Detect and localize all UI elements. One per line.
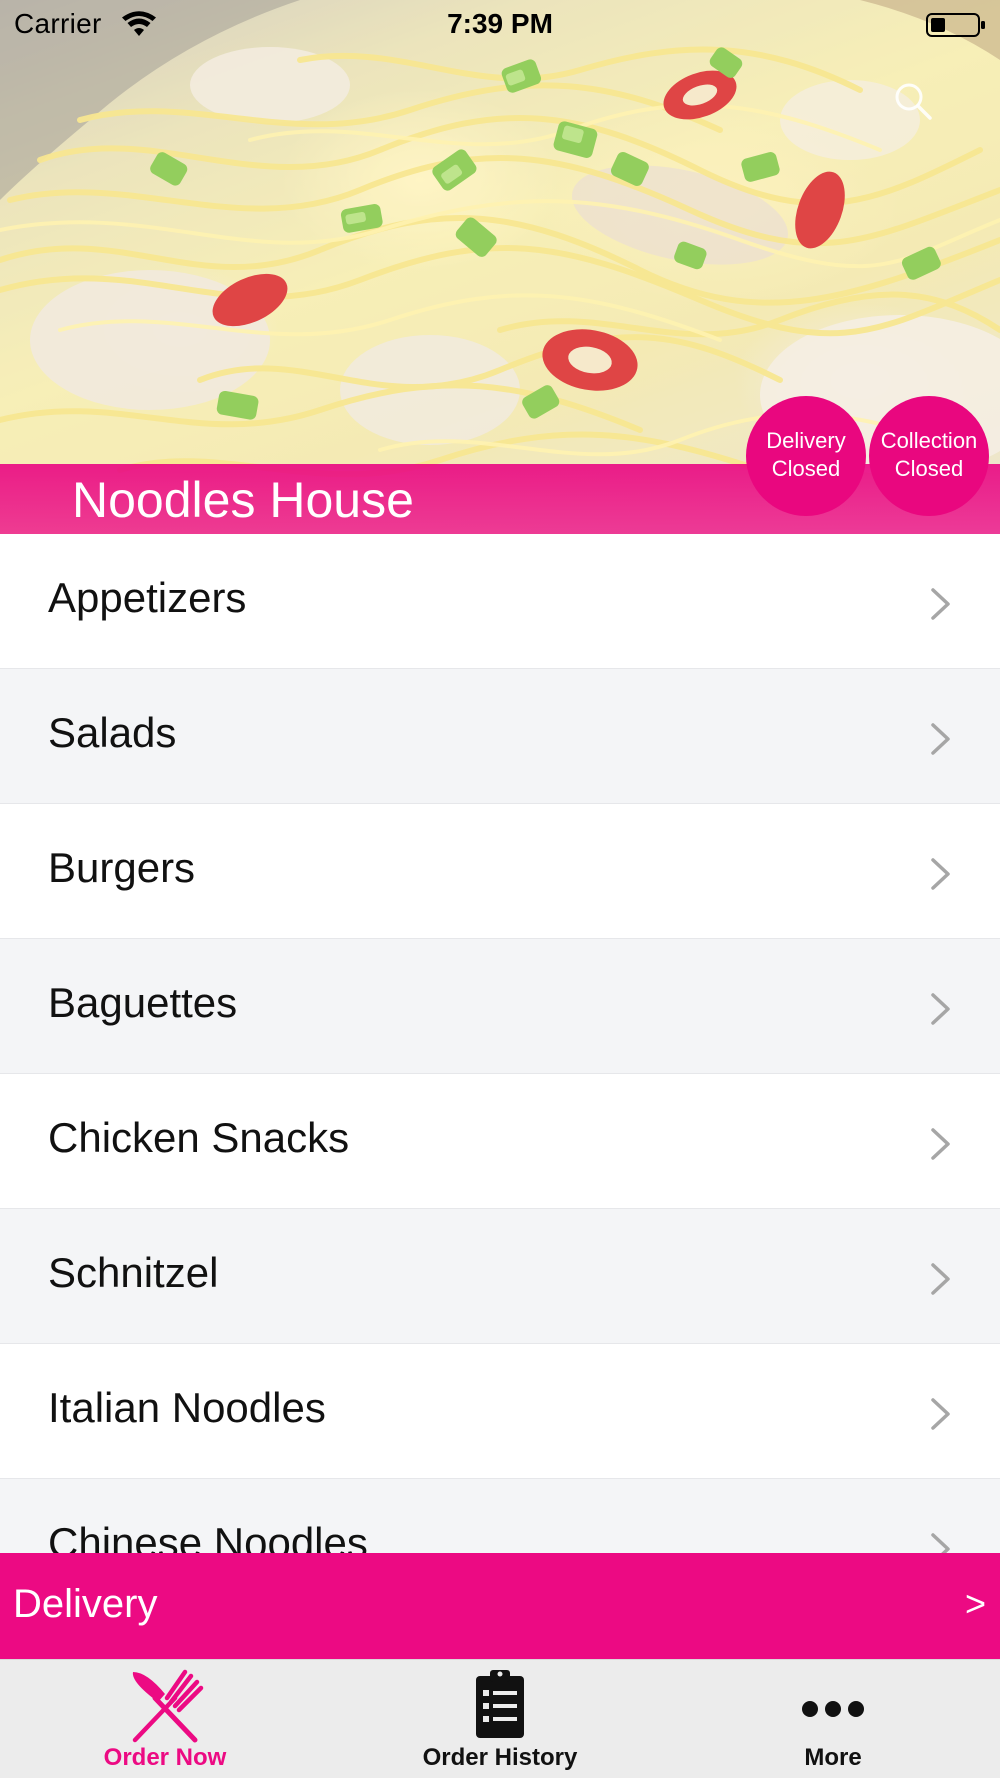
chevron-right-icon	[931, 1398, 950, 1430]
menu-item-chinese-noodles[interactable]: Chinese Noodles	[0, 1479, 1000, 1553]
hero-header: Carrier 7:39 PM Noodles House Delivery C…	[0, 0, 1000, 534]
menu-item-label: Appetizers	[48, 574, 247, 621]
clock-label: 7:39 PM	[447, 8, 553, 39]
menu-item-label: Italian Noodles	[48, 1384, 326, 1431]
delivery-badge-state: Closed	[771, 456, 841, 481]
more-dots-icon	[802, 1701, 864, 1717]
bottom-tab-bar: Order Now Order History More	[0, 1659, 1000, 1778]
menu-item-label: Chicken Snacks	[48, 1114, 350, 1161]
app-screen: Carrier 7:39 PM Noodles House Delivery C…	[0, 0, 1000, 1778]
chevron-right-icon	[931, 588, 950, 620]
menu-item-label: Schnitzel	[48, 1249, 219, 1296]
tab-label: Order History	[422, 1744, 578, 1771]
battery-icon	[926, 13, 985, 37]
chevron-right-icon	[931, 1263, 950, 1295]
menu-item-label: Burgers	[48, 844, 196, 891]
tab-order-history[interactable]: Order History	[375, 1660, 625, 1778]
collection-status-badge: Collection Closed	[869, 396, 989, 516]
menu-item-schnitzel[interactable]: Schnitzel	[0, 1209, 1000, 1344]
clipboard-list-icon	[476, 1670, 524, 1738]
order-mode-bar[interactable]: Delivery >	[0, 1553, 1000, 1659]
menu-category-list[interactable]: Appetizers Salads Burgers Baguettes Chic…	[0, 534, 1000, 1553]
tab-more[interactable]: More	[708, 1660, 958, 1778]
menu-item-label: Salads	[48, 709, 177, 756]
menu-item-label: Baguettes	[48, 979, 238, 1026]
menu-item-salads[interactable]: Salads	[0, 669, 1000, 804]
menu-item-burgers[interactable]: Burgers	[0, 804, 1000, 939]
menu-item-italian-noodles[interactable]: Italian Noodles	[0, 1344, 1000, 1479]
status-bar: Carrier 7:39 PM	[0, 0, 1000, 50]
chevron-right-icon	[931, 993, 950, 1025]
delivery-status-badge: Delivery Closed	[746, 396, 866, 516]
fork-knife-icon	[132, 1669, 204, 1743]
chevron-right-icon	[931, 858, 950, 890]
chevron-right-icon	[931, 723, 950, 755]
tab-order-now[interactable]: Order Now	[40, 1660, 290, 1778]
menu-item-label: Chinese Noodles	[48, 1519, 368, 1553]
restaurant-name: Noodles House	[72, 472, 414, 528]
order-mode-label: Delivery	[13, 1582, 158, 1626]
order-mode-arrow: >	[964, 1583, 986, 1624]
menu-item-appetizers[interactable]: Appetizers	[0, 534, 1000, 669]
tab-label: Order Now	[103, 1744, 227, 1771]
tab-label: More	[804, 1744, 862, 1771]
search-icon[interactable]	[890, 78, 936, 124]
chevron-right-icon	[931, 1533, 950, 1553]
menu-item-chicken-snacks[interactable]: Chicken Snacks	[0, 1074, 1000, 1209]
collection-badge-title: Collection	[880, 428, 978, 453]
delivery-badge-title: Delivery	[766, 428, 846, 453]
collection-badge-state: Closed	[894, 456, 964, 481]
chevron-right-icon	[931, 1128, 950, 1160]
menu-item-baguettes[interactable]: Baguettes	[0, 939, 1000, 1074]
